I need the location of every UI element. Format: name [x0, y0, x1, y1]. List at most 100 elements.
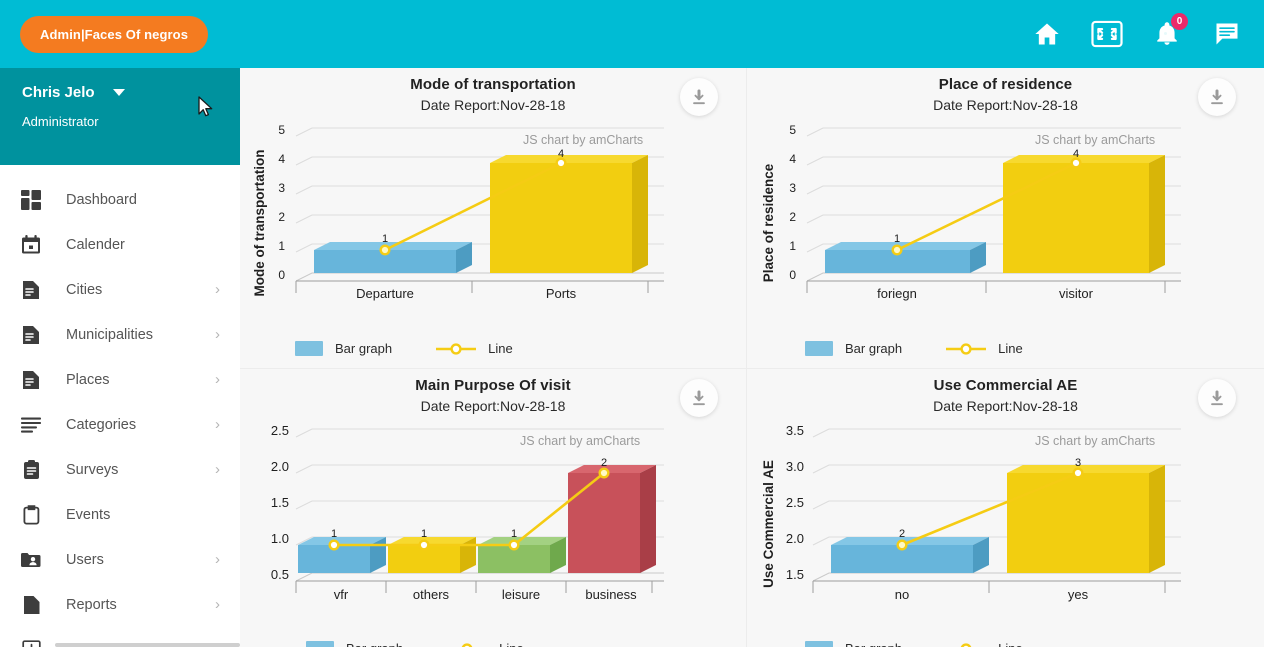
legend-label: Bar graph: [845, 341, 903, 356]
chevron-right-icon[interactable]: ›: [215, 552, 224, 567]
sidebar-scrollbar[interactable]: [55, 643, 240, 647]
sidebar-item-label: Dashboard: [66, 191, 137, 208]
legend-item-bar-graph[interactable]: Bar graph: [805, 341, 902, 356]
legend-item-line[interactable]: Line: [447, 641, 524, 647]
chart-plot-area: Place of residence 543 210 1 4 foriegn v…: [747, 113, 1264, 313]
svg-text:1: 1: [511, 528, 517, 540]
sidebar-item-label: Users: [66, 551, 104, 568]
legend-swatch-bar: [805, 341, 833, 356]
chart-panel-mode-of-transportation: Mode of transportation Date Report:Nov-2…: [240, 68, 746, 368]
legend-item-line[interactable]: Line: [436, 341, 513, 356]
svg-text:2.0: 2.0: [271, 459, 289, 474]
svg-text:1.5: 1.5: [271, 495, 289, 510]
legend-item-bar-graph[interactable]: Bar graph: [295, 341, 392, 356]
legend-label: Line: [488, 341, 513, 356]
sidebar-item-label: Calender: [66, 236, 125, 253]
sidebar-item-users[interactable]: Users ›: [0, 537, 240, 582]
y-axis-title: Use Commercial AE: [761, 460, 776, 588]
chevron-right-icon[interactable]: ›: [215, 327, 224, 342]
chart-download-button[interactable]: [680, 379, 718, 417]
chart-legend: Bar graph Line: [306, 641, 524, 647]
svg-text:2.5: 2.5: [271, 423, 289, 438]
dashboard-icon: [18, 187, 44, 213]
chart-title: Mode of transportation: [410, 76, 576, 93]
notification-badge: 0: [1171, 13, 1188, 30]
sidebar-item-reports[interactable]: Reports ›: [0, 582, 240, 627]
chart-legend: Bar graph Line: [805, 641, 1023, 647]
chart-title: Main Purpose Of visit: [415, 377, 571, 394]
chart-svg: Use Commercial AE 3.53.02.5 2.01.5 2 3 n…: [761, 423, 1181, 602]
bar-vfr: [298, 537, 386, 573]
chart-svg: Place of residence 543 210 1 4 foriegn v…: [761, 123, 1181, 301]
legend-item-line[interactable]: Line: [946, 341, 1023, 356]
sidebar-item-places[interactable]: Places ›: [0, 357, 240, 402]
sidebar-item-label: Reports: [66, 596, 117, 613]
svg-text:0.5: 0.5: [271, 567, 289, 582]
svg-text:business: business: [585, 587, 637, 602]
legend-label: Bar graph: [845, 641, 902, 647]
chevron-right-icon[interactable]: ›: [215, 462, 224, 477]
sidebar-item-cities[interactable]: Cities ›: [0, 267, 240, 312]
legend-label: Line: [998, 341, 1023, 356]
y-axis-title: Mode of transportation: [252, 150, 267, 297]
chart-panel-main-purpose-of-visit: Main Purpose Of visit Date Report:Nov-28…: [240, 368, 746, 647]
chat-icon[interactable]: [1210, 17, 1244, 51]
clipboard-icon: [18, 502, 44, 528]
brand-button[interactable]: Admin|Faces Of negros: [20, 15, 209, 53]
svg-text:vfr: vfr: [334, 587, 349, 602]
home-icon[interactable]: [1030, 17, 1064, 51]
legend-label: Line: [499, 641, 524, 647]
legend-line-marker: [946, 342, 987, 355]
svg-text:0: 0: [278, 268, 285, 282]
legend-line-marker: [960, 642, 972, 647]
users-icon: [18, 547, 44, 573]
sidebar-item-label: Cities: [66, 281, 103, 298]
legend-label: Bar graph: [346, 641, 403, 647]
fullscreen-icon[interactable]: [1090, 17, 1124, 51]
chevron-right-icon[interactable]: ›: [215, 417, 224, 432]
sidebar-item-label: Categories: [66, 416, 137, 433]
svg-text:3: 3: [789, 181, 796, 195]
svg-text:no: no: [895, 587, 909, 602]
sidebar-item-label: Events: [66, 506, 111, 523]
chevron-right-icon[interactable]: ›: [215, 282, 224, 297]
legend-item-bar-graph[interactable]: Bar graph: [805, 641, 902, 647]
legend-item-bar-graph[interactable]: Bar graph: [306, 641, 403, 647]
chart-download-button[interactable]: [1198, 78, 1236, 116]
bar-leisure: [478, 537, 566, 573]
bar-others: [388, 537, 476, 573]
chart-subtitle: Date Report:Nov-28-18: [420, 398, 566, 414]
sidebar-item-dashboard[interactable]: Dashboard: [0, 177, 240, 222]
svg-text:2.0: 2.0: [786, 531, 804, 546]
sidebar: Chris Jelo Administrator Dashboard Calen…: [0, 68, 240, 647]
document-icon: [18, 322, 44, 348]
legend-item-line[interactable]: Line: [946, 641, 1023, 647]
chevron-right-icon[interactable]: ›: [215, 372, 224, 387]
profile-name: Chris Jelo: [22, 84, 95, 102]
chart-title: Place of residence: [938, 76, 1073, 93]
file-icon: [18, 592, 44, 618]
sidebar-item-municipalities[interactable]: Municipalities ›: [0, 312, 240, 357]
bar-yes: [1007, 465, 1165, 573]
chart-download-button[interactable]: [1198, 379, 1236, 417]
legend-swatch-bar: [306, 641, 334, 647]
chart-plot-area: Use Commercial AE 3.5 3.0 2.5 2.0 1.5 2 …: [747, 414, 1264, 614]
sidebar-item-surveys[interactable]: Surveys ›: [0, 447, 240, 492]
chart-download-button[interactable]: [680, 78, 718, 116]
chevron-right-icon[interactable]: ›: [215, 597, 224, 612]
svg-text:1.5: 1.5: [786, 567, 804, 582]
svg-text:1: 1: [789, 239, 796, 253]
chevron-down-icon[interactable]: [112, 89, 125, 97]
legend-swatch-bar: [805, 641, 833, 647]
svg-text:3: 3: [1075, 457, 1081, 469]
svg-text:2.5: 2.5: [786, 495, 804, 510]
sidebar-item-calender[interactable]: Calender: [0, 222, 240, 267]
svg-text:1: 1: [382, 233, 388, 245]
bar-business: [568, 465, 656, 573]
sidebar-item-categories[interactable]: Categories ›: [0, 402, 240, 447]
profile-role: Administrator: [22, 114, 99, 129]
sidebar-item-events[interactable]: Events: [0, 492, 240, 537]
svg-text:2: 2: [789, 210, 796, 224]
notifications-bell-icon[interactable]: 0: [1150, 13, 1188, 51]
clipboard-list-icon: [18, 457, 44, 483]
